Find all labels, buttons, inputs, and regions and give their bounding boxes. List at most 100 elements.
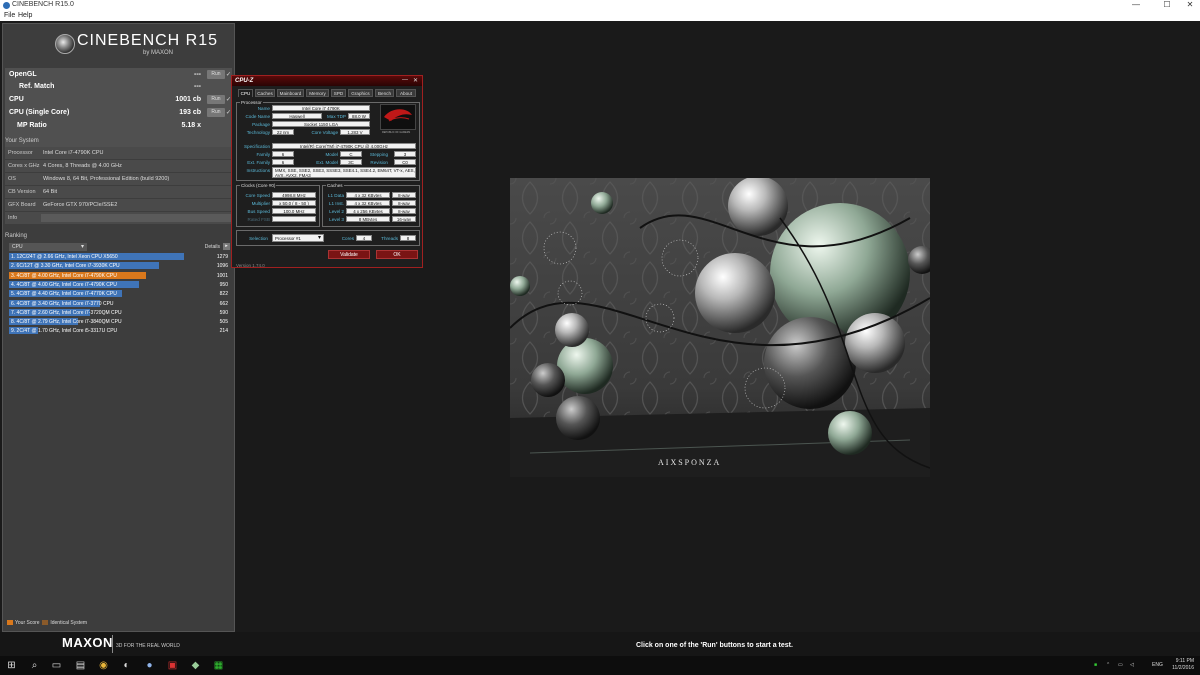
cpuz-tab-mainboard[interactable]: Mainboard (277, 89, 304, 97)
cpuz-tab-caches[interactable]: Caches (255, 89, 275, 97)
tray-app-icon[interactable]: ■ (1094, 662, 1097, 668)
processor-select[interactable]: Processor #1 (272, 234, 324, 242)
run-opengl-button[interactable]: Run (207, 70, 225, 79)
multiplier-label: Multiplier (251, 201, 270, 206)
close-button[interactable]: ✕ (1180, 0, 1200, 9)
l2-way-field: 8-way (392, 208, 416, 214)
search-icon[interactable]: ⌕ (28, 659, 41, 672)
cpuz-minimize-icon[interactable]: — (402, 77, 408, 83)
instructions-field: MMX, SSE, SSE2, SSE3, SSSE3, SSE4.1, SSE… (272, 167, 416, 178)
spec-label: Specification (243, 144, 270, 149)
windows-taskbar: ⊞ ⌕ ▭ ▤ ◉ ◐ ● ▣ ◆ ▦ ■ ⌃ ▭ ◁ ENG 9:11 PM … (0, 656, 1200, 675)
l1i-label: L1 Inst. (328, 201, 344, 206)
system-row-cores: Cores x GHz 4 Cores, 8 Threads @ 4.00 GH… (5, 160, 232, 172)
system-value: 4 Cores, 8 Threads @ 4.00 GHz (43, 163, 122, 169)
steam-icon[interactable]: ◐ (120, 659, 133, 672)
ranking-score: 214 (219, 328, 228, 335)
ok-button[interactable]: OK (376, 250, 418, 259)
ratedfsb-field (272, 216, 316, 222)
ranking-header: CPU ▾ Details ▸ (7, 243, 230, 252)
cpuz-title-bar: CPU-Z — ✕ (232, 76, 422, 86)
task-view-icon[interactable]: ▭ (50, 659, 63, 672)
minimize-button[interactable]: — (1126, 0, 1146, 9)
details-label[interactable]: Details (205, 244, 220, 250)
menu-file[interactable]: File (4, 12, 15, 19)
ranking-row[interactable]: 2. 6C/12T @ 3.30 GHz, Intel Core i7-3930… (9, 262, 232, 270)
cpuz-tab-memory[interactable]: Memory (306, 89, 329, 97)
window-title: CINEBENCH R15.0 (12, 1, 74, 8)
menu-help[interactable]: Help (18, 12, 32, 19)
model-label: Model (325, 152, 338, 157)
ranking-type-select[interactable]: CPU ▾ (9, 243, 87, 251)
cpuz-tab-spd[interactable]: SPD (331, 89, 346, 97)
validate-button[interactable]: Validate (328, 250, 370, 259)
cpuz-tab-bench[interactable]: Bench (375, 89, 394, 97)
identical-system-swatch (42, 620, 49, 626)
clocks-group-title: Clocks (Core #0) (240, 183, 277, 188)
ranking-row[interactable]: 1. 12C/24T @ 2.66 GHz, Intel Xeon CPU X5… (9, 253, 232, 261)
cpuz-task-icon[interactable]: ▣ (166, 659, 179, 672)
l1d-field: 4 x 32 KBytes (346, 192, 390, 198)
info-input[interactable] (41, 214, 231, 222)
ratedfsb-label: Rated FSB (247, 217, 270, 222)
title-bar: CINEBENCH R15.0 — ☐ ✕ (0, 0, 1200, 11)
system-row-info: Info (5, 212, 232, 224)
cpuz-tab-cpu[interactable]: CPU (238, 89, 253, 97)
ranking-label: 2. 6C/12T @ 3.30 GHz, Intel Core i7-3930… (11, 263, 120, 270)
legend-identical: Identical System (50, 620, 88, 626)
l3-way-field: 16-way (392, 216, 416, 222)
logo-title: CINEBENCH R15 (77, 32, 219, 49)
run-cpu-button[interactable]: Run (207, 95, 225, 104)
stepping-label: Stepping (369, 152, 388, 157)
score-value: 1001 cb (175, 96, 201, 103)
taskbar-clock[interactable]: 9:11 PM 11/2/2016 (1172, 658, 1194, 672)
extmodel-field: 3C (340, 159, 362, 165)
file-explorer-icon[interactable]: ▤ (74, 659, 87, 672)
windows-start-icon[interactable]: ⊞ (5, 659, 18, 672)
l1i-way-field: 8-way (392, 200, 416, 206)
ranking-row[interactable]: 9. 2C/4T @ 1.70 GHz, Intel Core i5-3317U… (9, 327, 232, 335)
chrome-icon[interactable]: ◉ (97, 659, 110, 672)
system-row-processor: Processor Intel Core i7-4790K CPU (5, 147, 232, 159)
cpuz-window: CPU-Z — ✕ CPU Caches Mainboard Memory SP… (231, 75, 423, 268)
run-cpu-single-button[interactable]: Run (207, 108, 225, 117)
cpuz-close-icon[interactable]: ✕ (413, 77, 418, 84)
ranking-row[interactable]: 7. 4C/8T @ 2.60 GHz, Intel Core i7-3720Q… (9, 308, 232, 317)
cpuz-tab-about[interactable]: About (396, 89, 416, 97)
ranking-row[interactable]: 6. 4C/8T @ 3.40 GHz, Intel Core i7-3770 … (9, 299, 232, 308)
maximize-button[interactable]: ☐ (1157, 0, 1177, 9)
ranking-select-value: CPU (12, 244, 23, 250)
l2-label: Level 2 (329, 209, 344, 214)
tray-expand-icon[interactable]: ⌃ (1106, 662, 1110, 668)
language-indicator[interactable]: ENG (1152, 662, 1163, 668)
threads-label: Threads (381, 236, 398, 241)
menu-bar: File Help (0, 11, 1200, 21)
ranking-row[interactable]: 3. 4C/8T @ 4.00 GHz, Intel Core i7-4790K… (9, 271, 232, 280)
gpu-tool-icon[interactable]: ◆ (189, 659, 202, 672)
system-key: Processor (8, 150, 33, 156)
score-label: CPU (9, 96, 24, 103)
instructions-label: Instructions (246, 168, 271, 173)
ranking-row[interactable]: 5. 4C/8T @ 4.40 GHz, Intel Core i7-4770K… (9, 290, 232, 298)
rog-text: REPUBLIC OF GAMERS (382, 131, 411, 134)
monitor-app-icon[interactable]: ▦ (212, 659, 225, 672)
ranking-score: 1096 (216, 263, 228, 270)
cinebench-task-icon[interactable]: ● (143, 659, 156, 672)
ranking-row[interactable]: 8. 4C/8T @ 2.79 GHz, Intel Core i7-3840Q… (9, 318, 232, 326)
footer-bar: MAXON 3D FOR THE REAL WORLD Click on one… (0, 632, 1200, 656)
volume-icon[interactable]: ◁ (1130, 662, 1134, 668)
cpuz-tab-graphics[interactable]: Graphics (348, 89, 373, 97)
family-label: Family (256, 152, 270, 157)
score-label: MP Ratio (17, 122, 47, 129)
details-toggle-icon[interactable]: ▸ (223, 243, 230, 250)
ranking-row[interactable]: 4. 4C/8T @ 4.00 GHz, Intel Core i7-4790K… (9, 280, 232, 289)
technology-field: 22 nm (272, 129, 294, 135)
score-box: OpenGL --- Run ✓ Ref. Match --- CPU 1001… (5, 68, 232, 153)
ranking-score: 1001 (216, 272, 228, 279)
cpuz-title: CPU-Z (235, 78, 254, 84)
results-panel: CINEBENCH R15 by MAXON OpenGL --- Run ✓ … (2, 23, 235, 632)
status-text: Click on one of the 'Run' buttons to sta… (636, 642, 793, 649)
network-icon[interactable]: ▭ (1118, 662, 1123, 668)
extmodel-label: Ext. Model (316, 160, 338, 165)
model-field: C (340, 151, 362, 157)
